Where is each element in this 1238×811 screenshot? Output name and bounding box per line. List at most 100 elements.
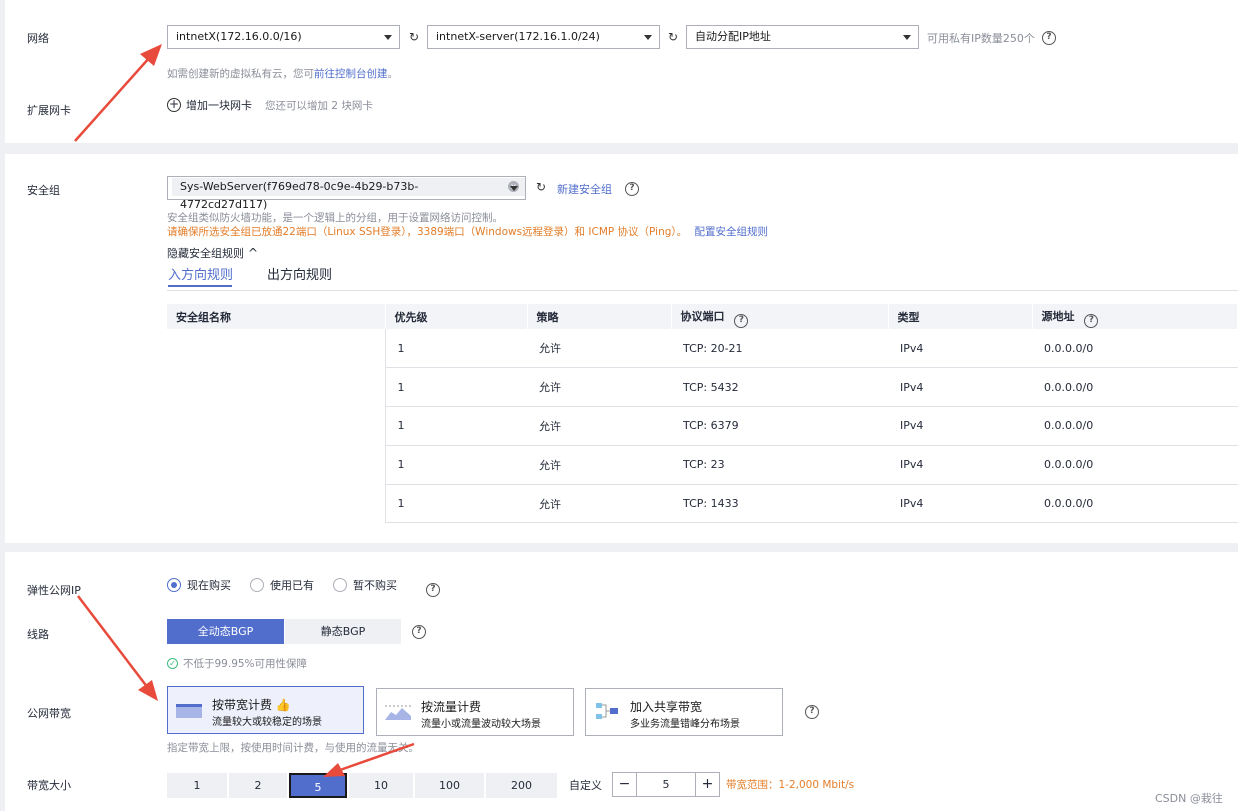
availability-note: ✓ 不低于99.95%可用性保障 <box>167 656 307 671</box>
config-rules-link[interactable]: 配置安全组规则 <box>694 226 768 238</box>
rule-port: TCP: 23 <box>671 445 888 485</box>
help-icon[interactable]: ? <box>734 313 749 328</box>
billing-by-traffic-card[interactable]: 按流量计费 流量小或流量波动较大场景 <box>376 688 574 736</box>
radio-use-existing-label: 使用已有 <box>270 579 314 592</box>
tab-inbound-underline <box>168 285 232 287</box>
rule-policy: 允许 <box>527 484 671 524</box>
rule-priority: 1 <box>385 484 527 524</box>
subnet-select-value: intnetX-server(172.16.1.0/24) <box>436 30 600 43</box>
radio-off-icon <box>333 578 347 592</box>
security-desc: 安全组类似防火墙功能，是一个逻辑上的分组，用于设置网络访问控制。 <box>167 212 503 224</box>
network-hint-prefix: 如需创建新的虚拟私有云，您可 <box>167 68 314 80</box>
rule-source: 0.0.0.0/0 <box>1032 445 1238 485</box>
ip-select[interactable]: 自动分配IP地址 <box>686 25 919 49</box>
security-label: 安全组 <box>27 184 60 197</box>
rule-type: IPv4 <box>888 329 1032 369</box>
card-title: 加入共享带宽 <box>630 700 703 714</box>
shared-network-icon <box>596 703 618 719</box>
rule-source: 0.0.0.0/0 <box>1032 367 1238 408</box>
chevron-up-icon: ^ <box>248 246 259 260</box>
bandwidth-option-1[interactable]: 1 <box>167 773 227 798</box>
nic-label: 扩展网卡 <box>27 104 71 117</box>
help-icon[interactable]: ? <box>412 625 426 639</box>
vpc-select[interactable]: intnetX(172.16.0.0/16) <box>167 25 400 49</box>
radio-not-buy-label: 暂不购买 <box>353 579 397 592</box>
eip-label: 弹性公网IP <box>27 584 81 597</box>
bandwidth-size-label: 带宽大小 <box>27 779 71 792</box>
nic-hint: 您还可以增加 2 块网卡 <box>265 100 373 112</box>
bandwidth-option-100[interactable]: 100 <box>415 773 484 798</box>
help-icon[interactable]: ? <box>1084 313 1099 328</box>
add-nic-label: 增加一块网卡 <box>186 99 252 112</box>
subnet-select[interactable]: intnetX-server(172.16.1.0/24) <box>427 25 660 49</box>
table-header: 安全组名称 优先级 策略 协议端口 ? 类型 源地址 ? <box>167 304 1238 329</box>
radio-buy-now[interactable]: 现在购买 <box>167 577 231 593</box>
tab-outbound[interactable]: 出方向规则 <box>267 264 332 283</box>
ip-select-value: 自动分配IP地址 <box>695 30 771 43</box>
card-title-text: 按带宽计费 <box>212 698 273 712</box>
refresh-icon[interactable]: ↻ <box>409 30 419 44</box>
tab-inbound[interactable]: 入方向规则 <box>168 264 233 283</box>
bandwidth-label: 公网带宽 <box>27 707 71 720</box>
bandwidth-option-10[interactable]: 10 <box>349 773 413 798</box>
rule-source: 0.0.0.0/0 <box>1032 484 1238 524</box>
minus-button[interactable]: − <box>613 773 637 796</box>
custom-label: 自定义 <box>569 779 602 792</box>
network-label: 网络 <box>27 32 49 45</box>
col-name: 安全组名称 <box>167 304 386 329</box>
plus-button[interactable]: + <box>695 773 719 796</box>
line-bgp-full-label: 全动态BGP <box>197 625 254 638</box>
help-icon[interactable]: ? <box>426 583 440 597</box>
card-desc: 流量较大或较稳定的场景 <box>212 717 322 728</box>
watermark: CSDN @栽往 <box>1155 792 1223 805</box>
line-bgp-static-button[interactable]: 静态BGP <box>285 619 401 644</box>
hide-rules-label: 隐藏安全组规则 <box>167 247 244 260</box>
help-icon[interactable]: ? <box>805 705 819 719</box>
col-priority: 优先级 <box>385 304 528 329</box>
available-ips: 可用私有IP数量250个 <box>927 32 1035 45</box>
console-create-link[interactable]: 前往控制台创建 <box>314 68 388 80</box>
bandwidth-option-200[interactable]: 200 <box>486 773 557 798</box>
security-group-tag: Sys-WebServer(f769ed78-0c9e-4b29-b73b-47… <box>172 178 525 211</box>
bandwidth-option-2[interactable]: 2 <box>229 773 287 798</box>
rule-priority: 1 <box>385 367 527 408</box>
rule-type: IPv4 <box>888 445 1032 485</box>
rule-type: IPv4 <box>888 367 1032 408</box>
bandwidth-stepper[interactable]: − 5 + <box>612 772 720 797</box>
radio-on-icon <box>167 578 181 592</box>
col-port-label: 协议端口 <box>680 309 725 323</box>
billing-by-bandwidth-card[interactable]: 按带宽计费 👍 流量较大或较稳定的场景 <box>167 686 364 734</box>
help-icon[interactable]: ? <box>1042 31 1056 45</box>
chevron-down-icon <box>384 35 392 40</box>
hide-rules-toggle[interactable]: 隐藏安全组规则 ^ <box>167 245 258 261</box>
line-bgp-full-button[interactable]: 全动态BGP <box>167 619 284 644</box>
radio-off-icon <box>250 578 264 592</box>
bandwidth-input[interactable]: 5 <box>637 773 695 796</box>
chevron-down-icon <box>644 35 652 40</box>
refresh-icon[interactable]: ↻ <box>536 180 546 194</box>
radio-not-buy[interactable]: 暂不购买 <box>333 577 397 593</box>
rule-priority: 1 <box>385 406 527 446</box>
line-label: 线路 <box>27 628 49 641</box>
col-type: 类型 <box>888 304 1033 329</box>
vpc-select-value: intnetX(172.16.0.0/16) <box>176 30 302 43</box>
col-source: 源地址 ? <box>1032 304 1238 329</box>
refresh-icon[interactable]: ↻ <box>668 30 678 44</box>
help-icon[interactable]: ? <box>625 182 639 196</box>
rule-policy: 允许 <box>527 329 671 369</box>
bandwidth-option-5[interactable]: 5 <box>289 773 347 798</box>
card-desc: 流量小或流量波动较大场景 <box>421 719 541 730</box>
col-port: 协议端口 ? <box>671 304 889 329</box>
radio-use-existing[interactable]: 使用已有 <box>250 577 314 593</box>
rule-source: 0.0.0.0/0 <box>1032 329 1238 369</box>
rule-type: IPv4 <box>888 406 1032 446</box>
card-title: 按带宽计费 👍 <box>212 696 291 713</box>
rule-port: TCP: 20-21 <box>671 329 888 369</box>
create-security-group-link[interactable]: 新建安全组 <box>557 181 612 197</box>
shared-bandwidth-card[interactable]: 加入共享带宽 多业务流量错峰分布场景 <box>585 688 783 736</box>
line-bgp-static-label: 静态BGP <box>320 625 366 638</box>
col-source-label: 源地址 <box>1041 309 1075 323</box>
add-nic-button[interactable]: + 增加一块网卡 <box>167 97 252 113</box>
security-group-select[interactable]: Sys-WebServer(f769ed78-0c9e-4b29-b73b-47… <box>167 176 526 211</box>
security-warning-text: 请确保所选安全组已放通22端口（Linux SSH登录），3389端口（Wind… <box>167 226 688 238</box>
